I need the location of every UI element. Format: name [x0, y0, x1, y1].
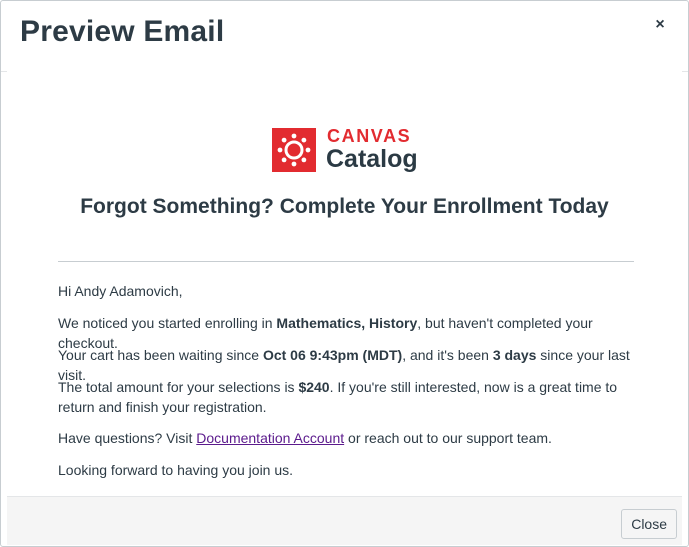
email-content: CANVAS Catalog Forgot Something? Complet… [7, 71, 682, 496]
logo-catalog-text: Catalog [326, 145, 418, 173]
paragraph-total: The total amount for your selections is … [58, 377, 638, 417]
text: Your cart has been waiting since [58, 347, 263, 363]
closing-line: Looking forward to having you join us. [58, 462, 294, 478]
amount-value: $240 [298, 379, 330, 395]
email-preview-body[interactable]: CANVAS Catalog Forgot Something? Complet… [7, 71, 682, 496]
text: The total amount for your selections is [58, 379, 299, 395]
canvas-logo-icon [272, 128, 316, 172]
logo-canvas-text: CANVAS [327, 126, 412, 146]
close-icon[interactable]: × [650, 15, 670, 35]
text: Have questions? Visit [58, 430, 197, 446]
cart-since-value: Oct 06 9:43pm (MDT) [262, 347, 403, 363]
text: We noticed you started enrolling in [58, 315, 277, 331]
dialog-header: Preview Email × [1, 1, 688, 72]
dialog-footer: Close [7, 496, 682, 545]
documentation-account-link[interactable]: Documentation Account [196, 430, 344, 446]
text: , and it's been [402, 347, 493, 363]
paragraph-questions: Have questions? Visit Documentation Acco… [58, 428, 638, 448]
courses-value: Mathematics, History [276, 315, 418, 331]
greeting: Hi Andy Adamovich, [58, 283, 183, 299]
days-value: 3 days [492, 347, 537, 363]
email-heading: Forgot Something? Complete Your Enrollme… [80, 195, 609, 218]
divider [58, 261, 634, 262]
canvas-catalog-logo: CANVAS Catalog [272, 126, 432, 178]
text: or reach out to our support team. [344, 430, 552, 446]
close-button[interactable]: Close [621, 509, 677, 539]
dialog-title: Preview Email [20, 15, 225, 48]
